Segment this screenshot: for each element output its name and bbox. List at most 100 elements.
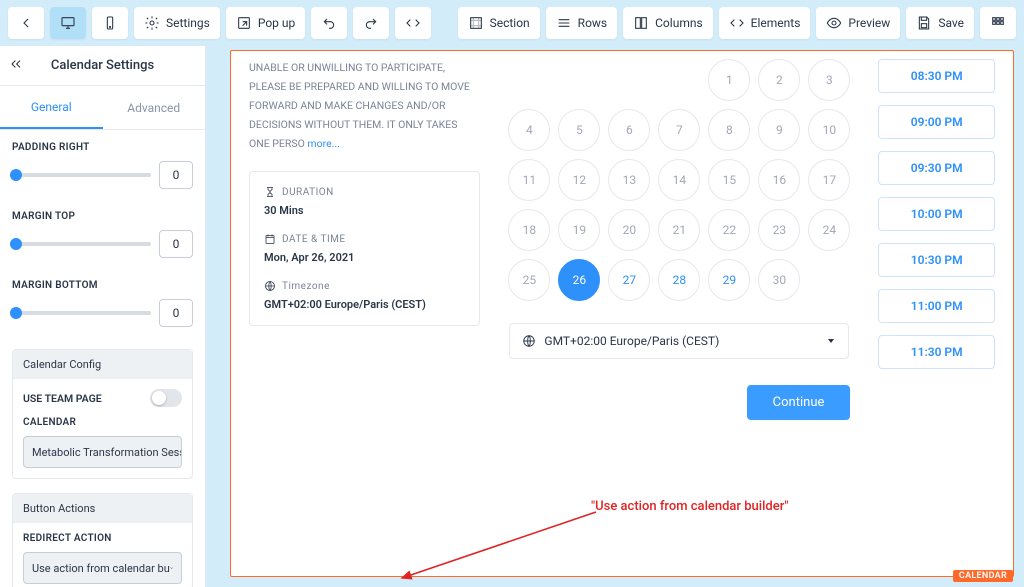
timeslot-option[interactable]: 11:00 PM [878, 289, 995, 323]
arrow-left-icon [18, 15, 34, 31]
calendar-day[interactable]: 19 [558, 209, 600, 251]
calendar-day[interactable]: 2 [758, 59, 800, 101]
margin-bottom-slider[interactable] [12, 311, 151, 315]
booking-info-card: DURATION 30 Mins DATE & TIME Mon, Apr 26… [249, 171, 480, 326]
calendar-day[interactable]: 7 [658, 109, 700, 151]
calendar-select[interactable]: Metabolic Transformation Sess [23, 436, 182, 468]
margin-top-value[interactable]: 0 [159, 230, 193, 258]
code-button[interactable] [395, 7, 431, 39]
calendar-day[interactable]: 29 [708, 259, 750, 301]
calendar-day[interactable]: 30 [758, 259, 800, 301]
timeslot-option[interactable]: 09:00 PM [878, 105, 995, 139]
calendar-day[interactable]: 12 [558, 159, 600, 201]
preview-button[interactable]: Preview [816, 7, 900, 39]
settings-button[interactable]: Settings [134, 7, 220, 39]
calendar-day[interactable]: 24 [808, 209, 850, 251]
margin-top-slider[interactable] [12, 242, 151, 246]
timezone-select-value: GMT+02:00 Europe/Paris (CEST) [544, 334, 719, 348]
calendar-day[interactable]: 15 [708, 159, 750, 201]
calendar-day[interactable]: 25 [508, 259, 550, 301]
redo-button[interactable] [353, 7, 389, 39]
timeslot-option[interactable]: 08:30 PM [878, 59, 995, 93]
datetime-value: Mon, Apr 26, 2021 [264, 251, 465, 264]
hourglass-icon [264, 186, 276, 198]
calendar-day[interactable]: 6 [608, 109, 650, 151]
padding-right-slider[interactable] [12, 173, 151, 177]
timeslot-option[interactable]: 10:00 PM [878, 197, 995, 231]
tab-advanced[interactable]: Advanced [103, 86, 206, 129]
calendar-day[interactable]: 28 [658, 259, 700, 301]
rows-button[interactable]: Rows [546, 7, 617, 39]
section-button[interactable]: Section [458, 7, 540, 39]
chevrons-left-icon [8, 56, 24, 72]
timeslot-option[interactable]: 10:30 PM [878, 243, 995, 277]
sidebar-title: Calendar Settings [51, 58, 154, 73]
use-team-page-label: USE TEAM PAGE [23, 392, 102, 405]
timezone-value: GMT+02:00 Europe/Paris (CEST) [264, 298, 465, 311]
code-icon [405, 15, 421, 31]
calendar-day[interactable]: 20 [608, 209, 650, 251]
desktop-view-button[interactable] [50, 7, 86, 39]
sidebar: Calendar Settings General Advanced PADDI… [0, 46, 206, 587]
calendar-element[interactable]: CALENDAR UNABLE OR UNWILLING TO PARTICIP… [230, 50, 1014, 577]
calendar-day[interactable]: 4 [508, 109, 550, 151]
calendar-day[interactable]: 3 [808, 59, 850, 101]
timeslot-option[interactable]: 09:30 PM [878, 151, 995, 185]
timeslot-option[interactable]: 11:30 PM [878, 335, 995, 369]
timeslot-list: 08:30 PM 09:00 PM 09:30 PM 10:00 PM 10:30 PM… [878, 59, 995, 558]
calendar-day[interactable]: 11 [508, 159, 550, 201]
use-team-page-toggle[interactable] [150, 389, 182, 407]
timezone-label: Timezone [282, 281, 330, 292]
margin-bottom-label: MARGIN BOTTOM [12, 280, 193, 291]
calendar-day[interactable]: 26 [558, 259, 600, 301]
timezone-select[interactable]: GMT+02:00 Europe/Paris (CEST) [509, 323, 849, 359]
redirect-action-select[interactable]: Use action from calendar bu [23, 552, 182, 584]
collapse-sidebar-button[interactable] [8, 56, 24, 76]
calendar-day[interactable]: 5 [558, 109, 600, 151]
elements-button[interactable]: Elements [719, 7, 811, 39]
continue-button[interactable]: Continue [747, 385, 851, 420]
calendar-day[interactable]: 23 [758, 209, 800, 251]
columns-button[interactable]: Columns [623, 7, 713, 39]
calendar-select-value: Metabolic Transformation Sess [32, 446, 182, 459]
padding-right-label: PADDING RIGHT [12, 142, 193, 153]
margin-bottom-value[interactable]: 0 [159, 299, 193, 327]
padding-right-value[interactable]: 0 [159, 161, 193, 189]
caret-down-icon [826, 336, 836, 346]
calendar-day[interactable]: 27 [608, 259, 650, 301]
calendar-day[interactable]: 16 [758, 159, 800, 201]
save-label: Save [938, 16, 964, 30]
calendar-day[interactable]: 18 [508, 209, 550, 251]
calendar-day[interactable]: 8 [708, 109, 750, 151]
mobile-view-button[interactable] [92, 7, 128, 39]
calendar-day[interactable]: 17 [808, 159, 850, 201]
calendar-day[interactable]: 22 [708, 209, 750, 251]
topbar: Settings Pop up Section Rows Columns Ele… [0, 0, 1024, 46]
gear-icon [144, 15, 160, 31]
calendar-day[interactable]: 14 [658, 159, 700, 201]
more-link[interactable]: more... [307, 137, 340, 150]
calendar-day[interactable]: 9 [758, 109, 800, 151]
undo-button[interactable] [311, 7, 347, 39]
calendar-day[interactable]: 10 [808, 109, 850, 151]
settings-label: Settings [166, 16, 210, 30]
margin-top-control: MARGIN TOP 0 [12, 211, 193, 258]
calendar-day[interactable]: 13 [608, 159, 650, 201]
popup-button[interactable]: Pop up [226, 7, 305, 39]
calendar-icon [264, 233, 276, 245]
back-button[interactable] [8, 7, 44, 39]
save-button[interactable]: Save [906, 7, 974, 39]
save-icon [916, 15, 932, 31]
padding-right-control: PADDING RIGHT 0 [12, 142, 193, 189]
calendar-day[interactable]: 21 [658, 209, 700, 251]
section-label: Section [490, 16, 530, 30]
calendar-day[interactable]: 1 [708, 59, 750, 101]
elements-label: Elements [751, 16, 801, 30]
redo-icon [363, 15, 379, 31]
undo-icon [321, 15, 337, 31]
tab-general[interactable]: General [0, 86, 103, 129]
preview-label: Preview [848, 16, 890, 30]
calendar-label: CALENDAR [23, 417, 182, 428]
apps-button[interactable] [980, 7, 1016, 39]
annotation-text: "Use action from calendar builder" [591, 499, 789, 514]
